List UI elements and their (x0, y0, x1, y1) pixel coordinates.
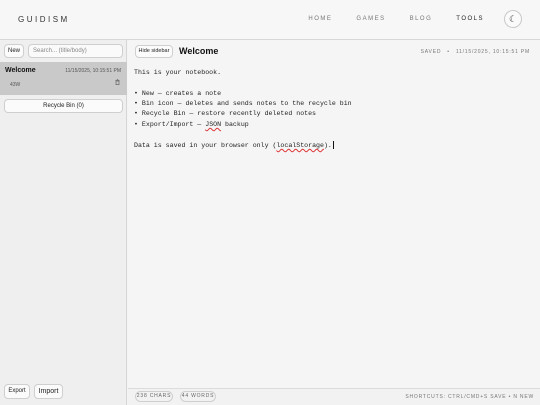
top-nav: GUIDISM HOME GAMES BLOG TOOLS ☾ (0, 0, 540, 40)
spellcheck-word: JSON (205, 121, 222, 128)
nav-link-blog[interactable]: BLOG (410, 16, 433, 22)
save-status: SAVED • 11/15/2025, 10:15:51 PM (421, 49, 530, 55)
sidebar-toolbar: New Search... (title/body) (4, 44, 123, 58)
trash-icon[interactable] (115, 79, 120, 87)
export-button[interactable]: Export (4, 384, 30, 399)
char-count-badge: 238 CHARS (135, 391, 173, 402)
theme-toggle-moon-icon[interactable]: ☾ (504, 10, 522, 28)
brand-logo[interactable]: GUIDISM (18, 15, 70, 24)
note-item-date: 11/15/2025, 10:15:51 PM (65, 68, 121, 74)
search-input[interactable]: Search... (title/body) (28, 44, 123, 58)
spellcheck-word: localStorage (276, 141, 324, 149)
new-note-button[interactable]: New (4, 44, 24, 58)
body-line-storage: Data is saved in your browser only (loca… (134, 141, 334, 149)
editor-pane: Hide sidebar Welcome SAVED • 11/15/2025, 1… (128, 40, 540, 405)
nav-link-tools[interactable]: TOOLS (456, 16, 484, 22)
nav-link-home[interactable]: HOME (308, 16, 332, 22)
nav-link-games[interactable]: GAMES (356, 16, 385, 22)
saved-label: SAVED (420, 49, 442, 55)
note-body-editor[interactable]: This is your notebook. • New — creates a… (134, 69, 534, 384)
import-button[interactable]: Import (34, 384, 63, 399)
sidebar: New Search... (title/body) Welcome 11/15… (0, 40, 127, 405)
body-line: This is your notebook. (134, 69, 222, 76)
note-item-title: Welcome (5, 67, 36, 74)
recycle-bin-button[interactable]: Recycle Bin (0) (4, 99, 123, 113)
note-list-item[interactable]: Welcome 11/15/2025, 10:15:51 PM 43W (0, 62, 127, 95)
hide-sidebar-button[interactable]: Hide sidebar (135, 45, 173, 58)
body-line: • Bin icon — deletes and sends notes to … (134, 100, 352, 107)
text-cursor (332, 141, 334, 149)
saved-separator: • (447, 49, 450, 55)
note-title[interactable]: Welcome (179, 46, 218, 56)
editor-footer: 238 CHARS 44 WORDS SHORTCUTS: CTRL/CMD+S… (128, 388, 540, 405)
nav-links: HOME GAMES BLOG TOOLS (284, 16, 484, 22)
body-line: • Recycle Bin — restore recently deleted… (134, 110, 317, 117)
shortcuts-hint: SHORTCUTS: CTRL/CMD+S SAVE • N NEW (405, 394, 534, 400)
body-line: • New — creates a note (134, 90, 222, 97)
word-count-badge: 44 WORDS (180, 391, 216, 402)
body-line-json: • Export/Import — JSON backup (134, 121, 249, 128)
saved-time: 11/15/2025, 10:15:51 PM (455, 49, 530, 55)
note-item-wordcount: 43W (10, 82, 21, 88)
body-line: Data is saved in your browser only (loca… (134, 141, 332, 149)
body-line: • Export/Import — JSON backup (134, 121, 249, 128)
